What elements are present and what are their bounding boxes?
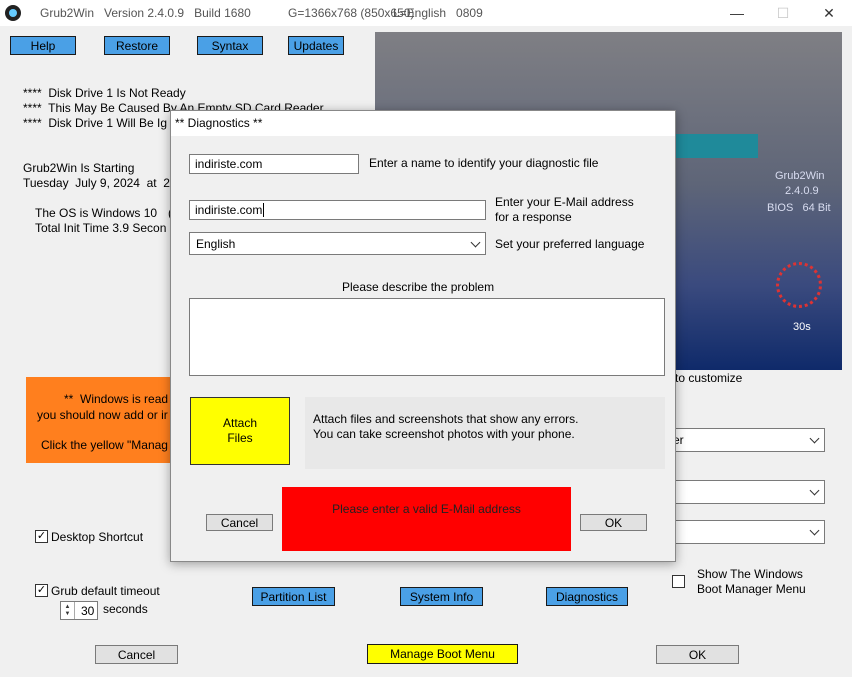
- banner-line-2: you should now add or ir: [37, 408, 168, 422]
- preview-version: 2.4.0.9: [785, 185, 819, 197]
- attach-info-line-1: Attach files and screenshots that show a…: [313, 412, 579, 426]
- preview-highlight-bar: [675, 134, 758, 158]
- preview-name: Grub2Win: [775, 170, 825, 182]
- grub-timeout-checkbox[interactable]: ✓: [35, 584, 48, 597]
- show-boot-manager-label-2: Boot Manager Menu: [697, 582, 806, 596]
- attach-info-line-2: You can take screenshot photos with your…: [313, 427, 575, 441]
- diagnostic-name-value: indiriste.com: [195, 157, 263, 171]
- attach-info-panel: Attach files and screenshots that show a…: [305, 397, 665, 469]
- problem-description-textarea[interactable]: [189, 298, 665, 376]
- desktop-shortcut-label: Desktop Shortcut: [51, 530, 144, 544]
- close-icon[interactable]: ✕: [806, 0, 852, 26]
- customize-text: to customize: [675, 371, 743, 385]
- preview-bios: BIOS 64 Bit: [767, 202, 831, 214]
- restore-button[interactable]: Restore: [104, 36, 170, 55]
- attach-label-1: Attach: [222, 416, 258, 430]
- log-line-6: The OS is Windows 10: [35, 206, 158, 220]
- log-line-4: Grub2Win Is Starting: [23, 161, 135, 175]
- ok-button[interactable]: OK: [656, 645, 739, 664]
- attach-files-button[interactable]: Attach Files: [190, 397, 290, 465]
- option-select-2[interactable]: [666, 480, 825, 504]
- language-info: L=English 0809: [393, 6, 483, 20]
- stepper-arrows-icon[interactable]: ▲ ▼: [61, 602, 75, 619]
- desktop-shortcut-checkbox[interactable]: ✓: [35, 530, 48, 543]
- window-title: Grub2Win Version 2.4.0.9 Build 1680: [40, 6, 251, 20]
- chevron-down-icon: [470, 237, 481, 248]
- preview-timer: 30s: [793, 321, 811, 333]
- syntax-button[interactable]: Syntax: [197, 36, 263, 55]
- timer-ring-icon: [776, 262, 822, 308]
- show-boot-manager-label-1: Show The Windows: [697, 567, 803, 581]
- show-boot-manager-checkbox[interactable]: [672, 575, 685, 588]
- dialog-ok-button[interactable]: OK: [580, 514, 647, 531]
- grub-timeout-label: Grub default timeout: [51, 584, 160, 598]
- diagnostic-name-label: Enter a name to identify your diagnostic…: [369, 156, 599, 170]
- log-line-7: Total Init Time 3.9 Secon: [35, 221, 167, 235]
- describe-label: Please describe the problem: [342, 280, 495, 294]
- system-info-button[interactable]: System Info: [400, 587, 483, 606]
- email-value: indiriste.com: [195, 203, 263, 217]
- timeout-value: 30: [81, 604, 95, 618]
- maximize-icon: ☐: [776, 4, 790, 21]
- chevron-down-icon: [809, 525, 820, 536]
- banner-line-1: ** Windows is read: [64, 392, 169, 406]
- email-input[interactable]: indiriste.com: [189, 200, 486, 220]
- attach-label-2: Files: [227, 431, 253, 445]
- help-button[interactable]: Help: [10, 36, 76, 55]
- option-select-3[interactable]: [666, 520, 825, 544]
- manage-boot-menu-button[interactable]: Manage Boot Menu: [367, 644, 518, 664]
- email-label-2: for a response: [495, 210, 572, 224]
- chevron-down-icon: [809, 433, 820, 444]
- diagnostic-name-input[interactable]: indiriste.com: [189, 154, 359, 174]
- language-select[interactable]: English: [189, 232, 486, 255]
- dialog-cancel-button[interactable]: Cancel: [206, 514, 273, 531]
- partition-list-button[interactable]: Partition List: [252, 587, 335, 606]
- updates-button[interactable]: Updates: [288, 36, 344, 55]
- status-banner: ** Windows is read you should now add or…: [26, 377, 176, 463]
- text-caret: [263, 203, 265, 217]
- grub2win-logo-icon: [5, 5, 21, 21]
- default-os-select[interactable]: er: [666, 428, 825, 452]
- log-line-3: **** Disk Drive 1 Will Be Ig: [23, 116, 168, 130]
- dialog-title: ** Diagnostics **: [171, 111, 675, 136]
- title-bar: Grub2Win Version 2.4.0.9 Build 1680 G=13…: [0, 0, 852, 26]
- banner-line-3: Click the yellow "Manag: [41, 438, 168, 452]
- timeout-stepper[interactable]: ▲ ▼ 30: [60, 601, 98, 620]
- email-label-1: Enter your E-Mail address: [495, 195, 634, 209]
- seconds-label: seconds: [103, 602, 148, 616]
- language-value: English: [196, 236, 236, 251]
- minimize-icon[interactable]: —: [714, 0, 760, 26]
- chevron-down-icon: [809, 485, 820, 496]
- diagnostics-dialog: ** Diagnostics ** indiriste.com Enter a …: [170, 110, 676, 562]
- cancel-button[interactable]: Cancel: [95, 645, 178, 664]
- language-label: Set your preferred language: [495, 237, 645, 251]
- diagnostics-button[interactable]: Diagnostics: [546, 587, 628, 606]
- email-error-message: Please enter a valid E-Mail address: [282, 487, 571, 551]
- log-line-1: **** Disk Drive 1 Is Not Ready: [23, 86, 186, 100]
- log-line-5: Tuesday July 9, 2024 at 2: [23, 176, 170, 190]
